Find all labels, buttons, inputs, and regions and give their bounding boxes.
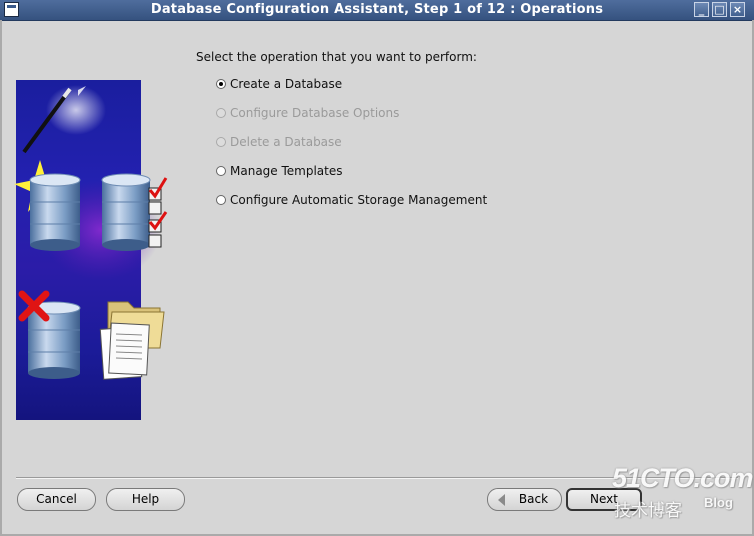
option-label[interactable]: Create a Database — [230, 76, 342, 92]
option-manage-templates[interactable]: Manage Templates — [216, 163, 343, 179]
option-label: Delete a Database — [230, 135, 342, 149]
option-label[interactable]: Configure Automatic Storage Management — [230, 192, 487, 208]
database-cylinder-icon — [29, 173, 81, 251]
window-border-left — [0, 20, 2, 536]
banner-illustration — [14, 85, 168, 380]
radio-button[interactable] — [216, 166, 226, 176]
back-button-label: Back — [518, 492, 549, 506]
templates-folder-icon — [99, 301, 165, 380]
option-label[interactable]: Manage Templates — [230, 163, 343, 179]
back-arrow-icon — [498, 494, 505, 506]
watermark-subtitle: 技术博客 — [614, 501, 682, 521]
operation-prompt: Select the operation that you want to pe… — [196, 50, 477, 64]
site-watermark: 51CTO.com 技术博客 Blog — [612, 463, 754, 523]
option-create-database[interactable]: Create a Database — [216, 76, 342, 92]
close-button[interactable]: × — [730, 2, 745, 17]
title-bar[interactable]: Database Configuration Assistant, Step 1… — [0, 0, 754, 21]
maximize-button[interactable]: □ — [712, 2, 727, 17]
option-configure-database-options: Configure Database Options — [216, 105, 399, 121]
window-title: Database Configuration Assistant, Step 1… — [150, 2, 604, 17]
cancel-button[interactable]: Cancel — [17, 488, 96, 511]
watermark-blog: Blog — [704, 495, 733, 510]
option-delete-database: Delete a Database — [216, 134, 342, 150]
option-label: Configure Database Options — [230, 106, 400, 120]
help-button[interactable]: Help — [106, 488, 185, 511]
back-button[interactable]: Back — [487, 488, 562, 511]
minimize-button[interactable]: _ — [694, 2, 709, 17]
wizard-banner-image — [14, 80, 168, 420]
radio-button[interactable] — [216, 195, 226, 205]
watermark-site: 51CTO.com — [612, 463, 754, 493]
database-checklist-icon — [101, 173, 168, 251]
delete-database-icon — [18, 290, 81, 379]
radio-button — [216, 137, 226, 147]
option-configure-asm[interactable]: Configure Automatic Storage Management — [216, 192, 487, 208]
radio-button — [216, 108, 226, 118]
radio-button[interactable] — [216, 79, 226, 89]
